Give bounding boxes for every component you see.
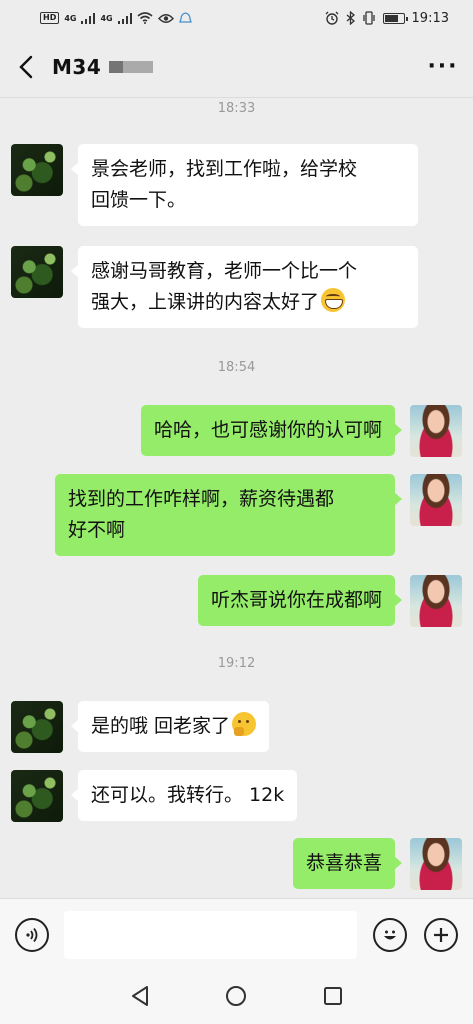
system-nav-bar (0, 968, 473, 1024)
nav-back-button[interactable] (120, 976, 160, 1016)
redacted-name-blur (109, 60, 154, 73)
chat-header: M34 ··· (0, 36, 473, 98)
emoji-smile-icon (384, 930, 396, 940)
user-avatar[interactable] (410, 474, 462, 526)
grinning-face-icon (321, 288, 346, 312)
timestamp: 19:12 (217, 656, 256, 671)
input-bar (0, 898, 473, 968)
contact-avatar[interactable] (11, 770, 63, 822)
message-line: 听杰哥说你在成都啊 (210, 589, 382, 611)
message-bubble[interactable]: 听杰哥说你在成都啊 (197, 575, 403, 626)
status-bar: HD 4G 4G 19:13 (0, 0, 473, 36)
message-line: 强大，上课讲的内容太好了 (91, 287, 405, 318)
chat-title: M34 (52, 55, 413, 79)
message-input[interactable] (64, 911, 357, 959)
wifi-icon (137, 12, 153, 24)
eye-icon (157, 13, 174, 23)
hd-badge: HD (40, 12, 60, 24)
message-bubble[interactable]: 找到的工作咋样啊，薪资待遇都 好不啊 (55, 474, 402, 556)
square-recent-icon (323, 987, 342, 1005)
nav-recent-button[interactable] (313, 976, 353, 1016)
timestamp: 18:33 (217, 101, 256, 116)
user-avatar[interactable] (410, 405, 462, 457)
message-bubble[interactable]: 哈哈，也可感谢你的认可啊 (140, 405, 403, 456)
message-line: 好不啊 (68, 519, 126, 541)
message-line: 还可以。我转行。 12k (91, 784, 285, 806)
contact-avatar[interactable] (11, 246, 63, 298)
message-line: 回馈一下。 (91, 189, 187, 211)
message-bubble[interactable]: 感谢马哥教育，老师一个比一个 强大，上课讲的内容太好了 (71, 246, 418, 328)
circle-home-icon (226, 986, 247, 1006)
message-line: 景会老师，找到工作啦，给学校 (91, 158, 358, 180)
voice-icon (26, 927, 38, 943)
bluetooth-icon (346, 11, 355, 25)
message-line: 感谢马哥教育，老师一个比一个 (91, 260, 358, 282)
message-line: 恭喜恭喜 (305, 852, 382, 874)
nav-home-button[interactable] (216, 976, 256, 1016)
message-bubble[interactable]: 还可以。我转行。 12k (70, 770, 298, 821)
signal-4g-label-1: 4G (64, 13, 77, 23)
message-line: 哈哈，也可感谢你的认可啊 (153, 419, 382, 441)
status-left: HD 4G 4G (40, 11, 325, 25)
status-right: 19:13 (325, 11, 449, 26)
message-line: 找到的工作咋样啊，薪资待遇都 (68, 488, 335, 510)
chat-title-text: M34 (52, 54, 102, 79)
battery-icon (382, 12, 408, 24)
message-line: 是的哦 回老家了 (91, 711, 257, 742)
user-avatar[interactable] (410, 575, 462, 627)
message-bubble[interactable]: 景会老师，找到工作啦，给学校 回馈一下。 (71, 144, 418, 226)
triangle-back-icon (132, 986, 149, 1006)
more-options-button[interactable]: ··· (413, 36, 473, 98)
signal-bars-icon (117, 12, 132, 24)
timestamp: 18:54 (217, 360, 256, 375)
alarm-icon (325, 11, 338, 25)
signal-4g-label-2: 4G (100, 13, 113, 23)
message-line-text: 强大，上课讲的内容太好了 (91, 291, 320, 313)
plus-icon (434, 928, 448, 942)
vibrate-icon (362, 11, 375, 25)
back-button[interactable] (0, 36, 52, 98)
voice-button[interactable] (15, 918, 49, 952)
signal-bars-icon (81, 12, 96, 24)
user-avatar[interactable] (410, 838, 462, 890)
notification-icon (178, 11, 192, 23)
message-bubble[interactable]: 恭喜恭喜 (292, 838, 403, 889)
contact-avatar[interactable] (11, 701, 63, 753)
message-bubble[interactable]: 是的哦 回老家了 (70, 701, 270, 752)
status-time: 19:13 (411, 10, 449, 26)
chat-area[interactable]: 18:33 景会老师，找到工作啦，给学校 回馈一下。 感谢马哥教育，老师一个比一… (0, 98, 473, 898)
thinking-face-icon (232, 712, 257, 736)
contact-avatar[interactable] (11, 144, 63, 196)
chevron-left-icon (19, 55, 33, 78)
plus-button[interactable] (424, 918, 458, 952)
message-line-text: 是的哦 回老家了 (91, 715, 231, 737)
emoji-button[interactable] (373, 918, 407, 952)
